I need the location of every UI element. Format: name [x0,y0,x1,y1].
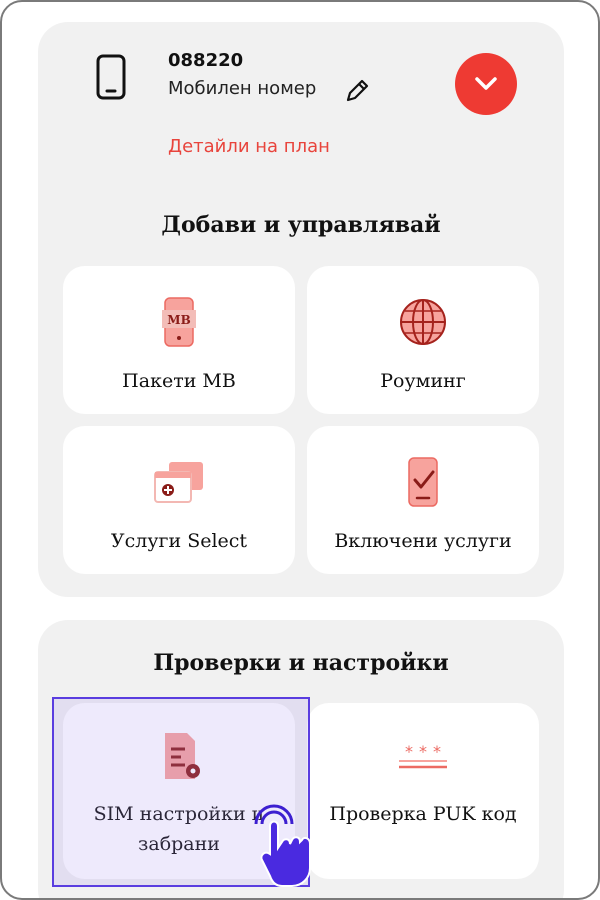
pointer-hand-icon [254,804,311,887]
account-card: 088220 Мобилен номер Детайли на план Доб… [38,22,564,597]
svg-text:*: * [419,742,427,761]
checks-section-title: Проверки и настройки [153,650,449,676]
globe-icon [400,299,446,345]
tile-roaming[interactable]: Роуминг [307,266,539,414]
plan-details-link[interactable]: Детайли на план [168,136,330,157]
tile-label: Услуги Select [110,530,248,552]
tile-mb-packages[interactable]: MB Пакети MB [63,266,295,414]
svg-text:*: * [405,742,413,761]
tile-label: Роуминг [380,370,466,392]
tile-label: Проверка PUK код [329,803,517,825]
add-service-icon [154,462,203,503]
expand-button[interactable] [455,53,517,115]
pencil-icon[interactable] [344,78,370,104]
tile-included-services[interactable]: Включени услуги [307,426,539,574]
tile-label: Пакети MB [122,370,236,392]
phone-number: 088220 [168,50,244,71]
mb-package-icon: MB [162,297,196,347]
svg-text:*: * [433,742,441,761]
phone-icon [96,54,126,100]
included-services-icon [408,457,438,507]
phone-number-label: Мобилен номер [168,78,317,99]
tile-select-services[interactable]: Услуги Select [63,426,295,574]
chevron-down-icon [475,77,497,90]
manage-section-title: Добави и управлявай [161,212,441,238]
app-frame: 088220 Мобилен номер Детайли на план Доб… [0,0,600,900]
svg-text:MB: MB [167,313,190,327]
tile-label: Включени услуги [334,530,512,552]
puk-code-icon: * * * [399,742,447,769]
